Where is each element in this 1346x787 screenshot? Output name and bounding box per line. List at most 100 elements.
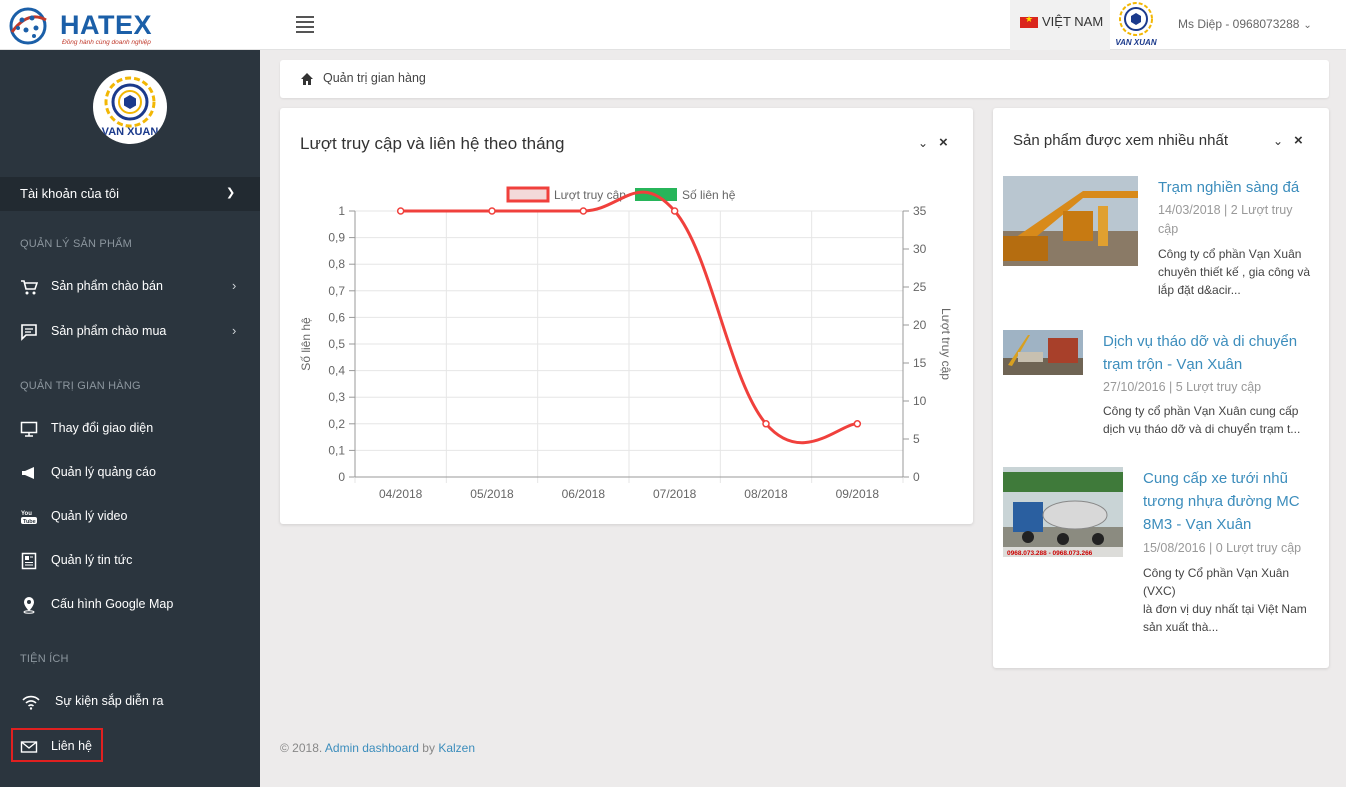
product-description: Công ty cổ phần Vạn Xuân chuyên thiết kế… <box>1158 245 1310 299</box>
contact-highlight-box <box>11 728 103 762</box>
avatar-text: VAN XUAN <box>101 126 159 138</box>
y-left-tick-label: 0,4 <box>328 364 345 378</box>
product-name-line: Cung cấp xe tưới nhũ <box>1143 470 1288 487</box>
sidebar-item-news[interactable]: Quản lý tin tức <box>0 546 260 576</box>
x-tick-label: 07/2018 <box>653 487 697 501</box>
company-logo[interactable]: VAN XUAN <box>1114 0 1158 50</box>
y-left-tick-label: 1 <box>338 204 345 218</box>
megaphone-icon <box>22 467 34 479</box>
data-point-visits <box>853 420 862 428</box>
sidebar-item-label: Quản lý tin tức <box>51 553 133 567</box>
top-bar: HATEX Đồng hành cùng doanh nghiệp VIỆT N… <box>0 0 1346 50</box>
company-logo-text: VAN XUAN <box>1115 38 1157 47</box>
product-name-line: 8M3 - Vạn Xuân <box>1143 516 1252 533</box>
data-point-visits <box>670 207 679 215</box>
y-right-tick-label: 20 <box>913 318 927 332</box>
avatar[interactable]: VAN XUAN <box>93 70 167 144</box>
sidebar-item-buying-products[interactable]: Sản phẩm chào mua › <box>0 317 260 347</box>
youtube-icon: You Tube <box>21 511 37 525</box>
chevron-right-icon: › <box>232 323 237 338</box>
chat-icon <box>21 324 37 341</box>
news-icon <box>21 552 37 570</box>
section-title-store: QUẢN TRỊ GIAN HÀNG <box>20 380 141 392</box>
svg-text:Tube: Tube <box>23 519 36 525</box>
wifi-icon <box>22 695 40 710</box>
y-right-tick-label: 15 <box>913 356 927 370</box>
y-right-tick-label: 0 <box>913 470 920 484</box>
close-icon[interactable]: × <box>1294 132 1303 149</box>
x-tick-label: 06/2018 <box>562 487 606 501</box>
collapse-chevron-icon[interactable]: ⌄ <box>1273 134 1283 148</box>
home-icon[interactable] <box>300 72 314 86</box>
y-right-tick-label: 10 <box>913 394 927 408</box>
sidebar-item-label: Thay đổi giao diện <box>51 421 154 435</box>
language-selector[interactable]: VIỆT NAM <box>1010 0 1110 50</box>
thumbnail-caption: 0968.073.288 - 0968.073.266 <box>1007 550 1093 557</box>
product-meta-line: cập <box>1158 222 1179 236</box>
legend-swatch-visits <box>506 186 550 203</box>
user-name: Ms Diệp - 0968073288 <box>1178 17 1300 31</box>
sidebar-item-change-theme[interactable]: Thay đổi giao diện <box>0 414 260 444</box>
y-right-tick-label: 5 <box>913 432 920 446</box>
monitor-icon <box>20 421 38 437</box>
user-menu[interactable]: Ms Diệp - 0968073288 ⌄ <box>1178 17 1312 31</box>
x-tick-label: 09/2018 <box>836 487 880 501</box>
chevron-down-icon: ❯ <box>226 187 236 199</box>
products-panel-title: Sản phẩm được xem nhiều nhất <box>1013 132 1229 149</box>
y-left-tick-label: 0,9 <box>328 231 345 245</box>
y-left-tick-label: 0,5 <box>328 337 345 351</box>
product-desc-line: dịch vụ tháo dỡ và di chuyển trạm t... <box>1103 422 1301 436</box>
sidebar-item-ads[interactable]: Quản lý quảng cáo <box>0 458 260 488</box>
product-thumbnail[interactable] <box>1003 330 1083 375</box>
product-meta: 14/03/2018 | 2 Lượt truy cập <box>1158 201 1292 239</box>
y-left-tick-label: 0 <box>338 470 345 484</box>
y-left-tick-label: 0,8 <box>328 257 345 271</box>
hatex-logo-icon <box>9 7 47 45</box>
product-desc-line: chuyên thiết kế , gia công và <box>1158 265 1311 279</box>
logo-text: HATEX <box>60 10 153 40</box>
sidebar-item-events[interactable]: Sự kiện sắp diễn ra <box>0 687 260 717</box>
sidebar-item-video[interactable]: You Tube Quản lý video <box>0 502 260 532</box>
product-thumbnail[interactable] <box>1003 176 1138 266</box>
popular-products-panel: Sản phẩm được xem nhiều nhất ⌄ × Trạm ng… <box>993 108 1329 668</box>
x-tick-label: 08/2018 <box>744 487 788 501</box>
product-description: Công ty Cổ phần Vạn Xuân (VXC) là đơn vị… <box>1143 564 1323 636</box>
product-name[interactable]: Trạm nghiền sàng đá <box>1158 176 1299 199</box>
product-name[interactable]: Cung cấp xe tưới nhũ tương nhựa đường MC… <box>1143 467 1300 536</box>
logo-tagline: Đồng hành cùng doanh nghiệp <box>62 39 151 46</box>
sidebar-item-label: Quản lý video <box>51 509 128 523</box>
van-xuan-logo-icon <box>1119 2 1153 36</box>
legend-label-contacts: Số liên hệ <box>682 188 736 202</box>
kalzen-link[interactable]: Kalzen <box>438 741 475 755</box>
product-description: Công ty cổ phần Vạn Xuân cung cấp dịch v… <box>1103 402 1300 438</box>
product-desc-line: lắp đặt d&acir... <box>1158 283 1241 297</box>
x-tick-label: 04/2018 <box>379 487 423 501</box>
chevron-right-icon: › <box>232 278 237 293</box>
sidebar-item-selling-products[interactable]: Sản phẩm chào bán › <box>0 272 260 302</box>
breadcrumb: Quản trị gian hàng <box>280 60 1329 98</box>
breadcrumb-current[interactable]: Quản trị gian hàng <box>323 71 426 85</box>
product-thumbnail[interactable]: 0968.073.288 - 0968.073.266 <box>1003 467 1123 557</box>
cart-icon <box>21 280 38 295</box>
svg-text:You: You <box>21 511 32 517</box>
y-right-tick-label: 25 <box>913 280 927 294</box>
sidebar-item-google-map[interactable]: Cấu hình Google Map <box>0 590 260 620</box>
product-meta: 27/10/2016 | 5 Lượt truy cập <box>1103 378 1261 397</box>
product-item: Trạm nghiền sàng đá 14/03/2018 | 2 Lượt … <box>1003 176 1323 316</box>
account-menu[interactable]: Tài khoản của tôi ❯ <box>0 177 260 211</box>
x-tick-label: 05/2018 <box>470 487 514 501</box>
hatex-logo[interactable]: HATEX Đồng hành cùng doanh nghiệp <box>4 6 164 48</box>
data-point-visits <box>488 207 496 215</box>
footer-copyright: © 2018. <box>280 741 323 755</box>
product-name-line: tương nhựa đường MC <box>1143 493 1300 510</box>
product-meta-line: 15/08/2016 | 0 Lượt truy cập <box>1143 541 1302 555</box>
product-name[interactable]: Dịch vụ tháo dỡ và di chuyển trạm trộn -… <box>1103 330 1297 376</box>
admin-dashboard-link[interactable]: Admin dashboard <box>325 741 419 755</box>
y-left-tick-label: 0,7 <box>328 284 345 298</box>
y-left-axis-title: Số liên hệ <box>299 317 313 371</box>
product-meta-line: 14/03/2018 | 2 Lượt truy <box>1158 203 1293 217</box>
chevron-down-icon: ⌄ <box>1303 20 1312 31</box>
product-meta: 15/08/2016 | 0 Lượt truy cập <box>1143 539 1301 558</box>
data-point-visits <box>762 420 770 428</box>
menu-toggle-icon[interactable] <box>296 16 314 33</box>
